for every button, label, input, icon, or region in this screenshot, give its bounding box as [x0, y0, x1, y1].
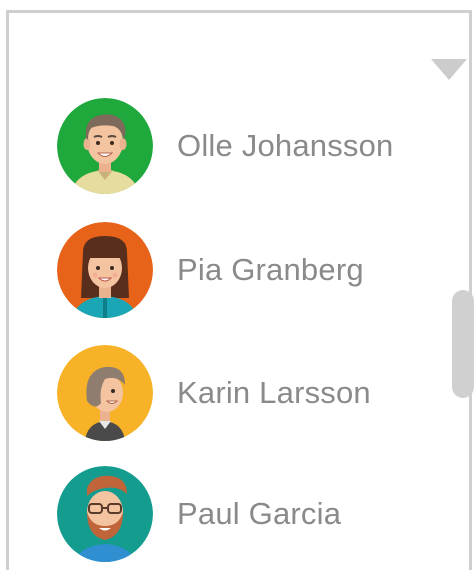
contact-name: Paul Garcia — [177, 496, 342, 531]
contact-name: Pia Granberg — [177, 252, 364, 287]
contact-name: Karin Larsson — [177, 375, 371, 410]
man-beard-avatar-icon — [57, 466, 153, 562]
man-short-hair-avatar-icon — [57, 98, 153, 194]
avatar — [57, 222, 153, 318]
avatar — [57, 98, 153, 194]
avatar — [57, 345, 153, 441]
woman-side-hair-avatar-icon — [57, 345, 153, 441]
dropdown-triangle-icon[interactable] — [431, 59, 467, 80]
scrollbar-thumb[interactable] — [452, 290, 474, 398]
woman-bangs-avatar-icon — [57, 222, 153, 318]
avatar — [57, 466, 153, 562]
contact-name: Olle Johansson — [177, 128, 394, 163]
contact-item-karin-larsson[interactable]: Karin Larsson — [57, 345, 427, 441]
contact-item-pia-granberg[interactable]: Pia Granberg — [57, 222, 427, 318]
contact-item-olle-johansson[interactable]: Olle Johansson — [57, 98, 427, 194]
contact-item-paul-garcia[interactable]: Paul Garcia — [57, 466, 427, 562]
